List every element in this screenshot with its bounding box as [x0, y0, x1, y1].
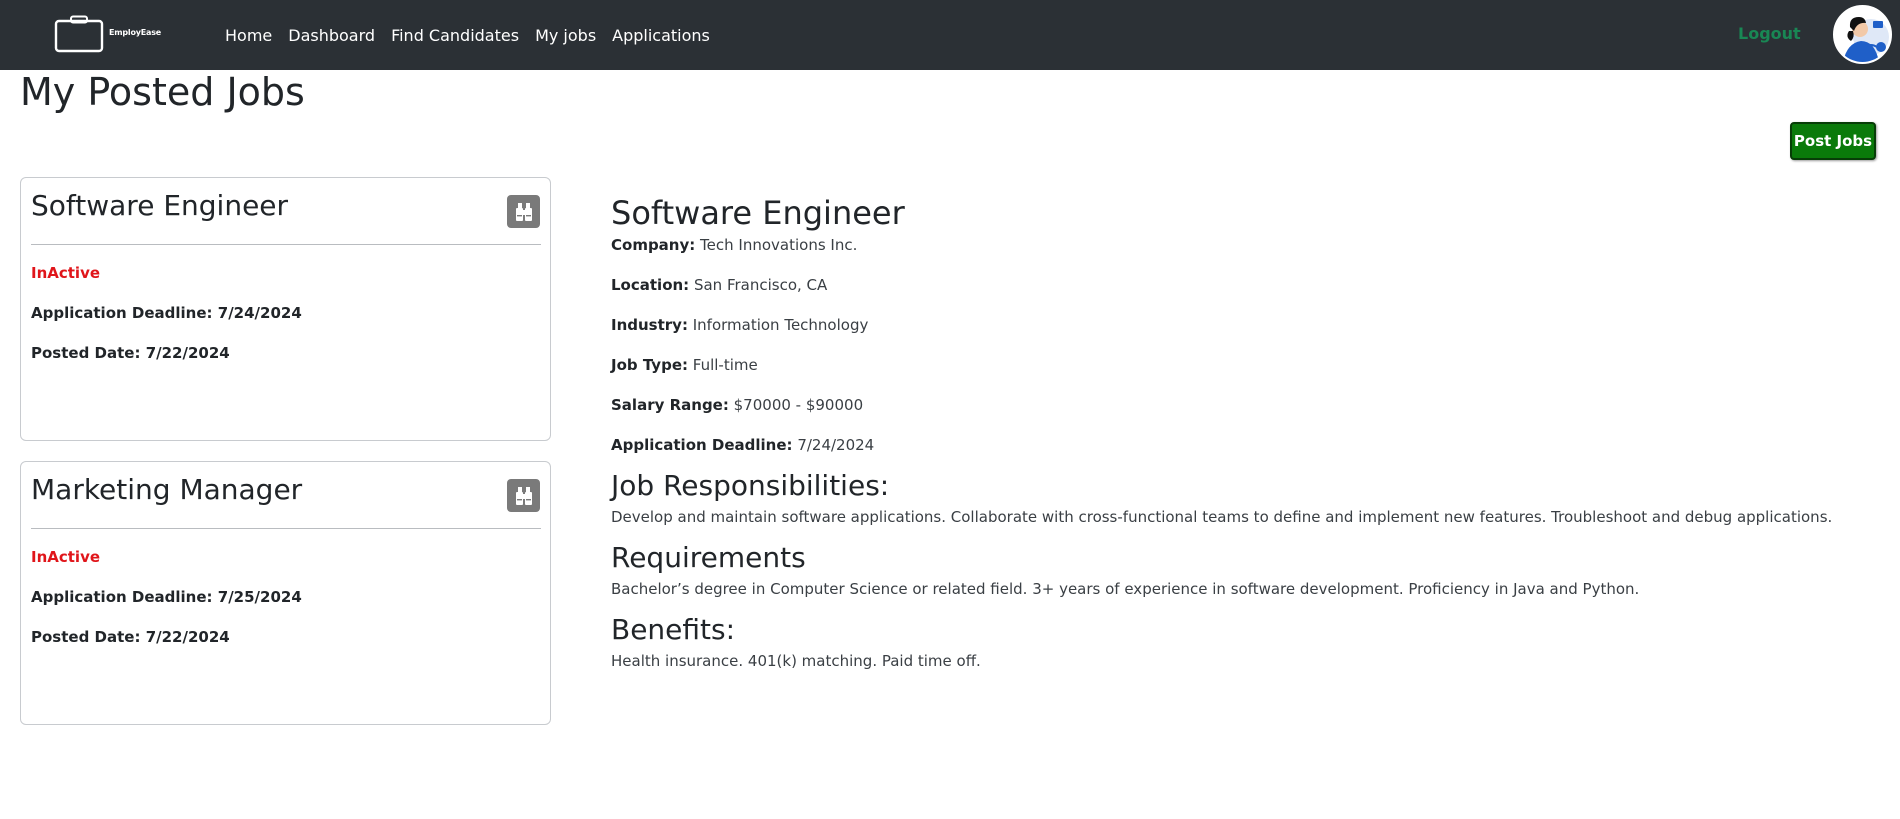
posted-label: Posted Date: — [31, 628, 141, 646]
posted-row: Posted Date: 7/22/2024 — [31, 344, 230, 362]
nav-home[interactable]: Home — [225, 26, 272, 45]
posted-value: 7/22/2024 — [145, 344, 230, 362]
benefits-text: Health insurance. 401(k) matching. Paid … — [611, 652, 981, 670]
status-badge: InActive — [31, 264, 101, 282]
field-label: Industry: — [611, 316, 688, 334]
posted-label: Posted Date: — [31, 344, 141, 362]
deadline-label: Application Deadline: — [31, 304, 213, 322]
detail-salary-range: Salary Range: $70000 - $90000 — [611, 395, 1881, 435]
view-details-button[interactable] — [507, 479, 540, 512]
field-label: Salary Range: — [611, 396, 729, 414]
field-value: Tech Innovations Inc. — [700, 236, 858, 254]
deadline-label: Application Deadline: — [31, 588, 213, 606]
field-value: Full-time — [692, 356, 758, 374]
job-card[interactable]: Marketing Manager InActive Application D… — [20, 461, 551, 725]
brand-name: EmployEase — [109, 28, 162, 37]
nav-find-candidates[interactable]: Find Candidates — [391, 26, 519, 45]
job-card-title: Marketing Manager — [31, 473, 303, 506]
field-value: Information Technology — [692, 316, 869, 334]
job-detail-panel: Software Engineer Company: Tech Innovati… — [611, 193, 1881, 691]
binoculars-icon — [515, 486, 532, 505]
responsibilities-heading: Job Responsibilities: — [611, 469, 890, 502]
job-card[interactable]: Software Engineer InActive Application D… — [20, 177, 551, 441]
logout-link[interactable]: Logout — [1738, 24, 1801, 43]
detail-title: Software Engineer — [611, 194, 905, 232]
job-card-title: Software Engineer — [31, 189, 289, 222]
benefits-heading: Benefits: — [611, 613, 736, 646]
nav-links: Home Dashboard Find Candidates My jobs A… — [225, 0, 726, 70]
binoculars-icon — [515, 202, 532, 221]
divider — [31, 244, 541, 245]
requirements-heading: Requirements — [611, 541, 806, 574]
field-label: Company: — [611, 236, 696, 254]
avatar[interactable] — [1833, 5, 1892, 64]
briefcase-icon — [54, 15, 104, 53]
field-label: Application Deadline: — [611, 436, 793, 454]
deadline-row: Application Deadline: 7/24/2024 — [31, 304, 302, 322]
responsibilities-text: Develop and maintain software applicatio… — [611, 508, 1833, 526]
deadline-value: 7/25/2024 — [217, 588, 302, 606]
view-details-button[interactable] — [507, 195, 540, 228]
divider — [31, 528, 541, 529]
field-label: Location: — [611, 276, 690, 294]
nav-dashboard[interactable]: Dashboard — [288, 26, 375, 45]
field-value: 7/24/2024 — [797, 436, 875, 454]
posted-row: Posted Date: 7/22/2024 — [31, 628, 230, 646]
page-title: My Posted Jobs — [20, 70, 305, 114]
field-value: $70000 - $90000 — [733, 396, 864, 414]
top-navbar: EmployEase Home Dashboard Find Candidate… — [0, 0, 1900, 70]
field-label: Job Type: — [611, 356, 688, 374]
requirements-text: Bachelor’s degree in Computer Science or… — [611, 580, 1640, 598]
field-value: San Francisco, CA — [693, 276, 828, 294]
detail-location: Location: San Francisco, CA — [611, 275, 1881, 315]
status-badge: InActive — [31, 548, 101, 566]
nav-my-jobs[interactable]: My jobs — [535, 26, 596, 45]
deadline-row: Application Deadline: 7/25/2024 — [31, 588, 302, 606]
detail-job-type: Job Type: Full-time — [611, 355, 1881, 395]
post-jobs-button[interactable]: Post Jobs — [1790, 122, 1876, 160]
posted-value: 7/22/2024 — [145, 628, 230, 646]
nav-applications[interactable]: Applications — [612, 26, 710, 45]
detail-company: Company: Tech Innovations Inc. — [611, 235, 1881, 275]
user-avatar-icon — [1835, 7, 1890, 62]
brand-logo[interactable]: EmployEase — [54, 15, 169, 53]
detail-industry: Industry: Information Technology — [611, 315, 1881, 355]
deadline-value: 7/24/2024 — [217, 304, 302, 322]
